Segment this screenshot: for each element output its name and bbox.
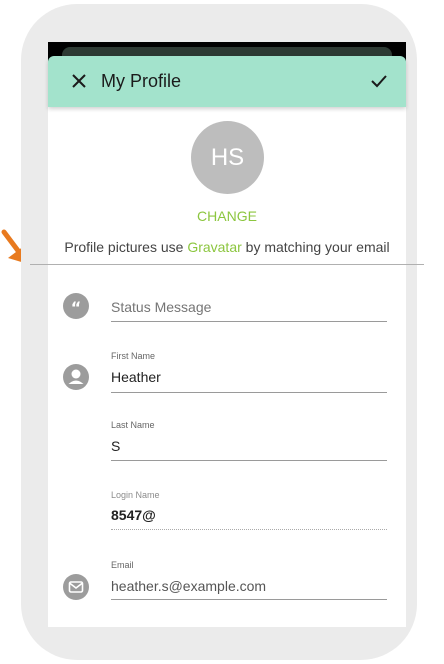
last-name-input[interactable]: S [111, 438, 120, 454]
gravatar-note-prefix: Profile pictures use [64, 239, 188, 255]
profile-header: My Profile [48, 56, 406, 107]
page-title: My Profile [101, 71, 182, 91]
email-label: Email [111, 560, 134, 570]
checkmark-icon [371, 75, 387, 88]
gravatar-link[interactable]: Gravatar [187, 239, 241, 255]
login-name-underline [111, 529, 387, 530]
email-underline [111, 599, 387, 600]
first-name-label: First Name [111, 351, 156, 361]
save-button[interactable] [366, 68, 392, 94]
section-divider [30, 264, 424, 265]
login-name-label: Login Name [111, 490, 160, 500]
quote-icon: “ [63, 293, 89, 319]
gravatar-note-suffix: by matching your email [241, 239, 390, 255]
email-input[interactable]: heather.s@example.com [111, 578, 266, 594]
first-name-input[interactable]: Heather [111, 369, 161, 385]
last-name-label: Last Name [111, 420, 155, 430]
change-avatar-link[interactable]: CHANGE [48, 208, 406, 224]
close-button[interactable] [66, 68, 92, 94]
avatar-initials: HS [210, 143, 245, 171]
svg-text:“: “ [71, 298, 82, 317]
person-icon [63, 364, 89, 390]
mail-icon [63, 574, 89, 600]
status-message-input[interactable]: Status Message [111, 299, 211, 315]
avatar[interactable]: HS [191, 121, 264, 194]
login-name-value: 8547@ [111, 507, 156, 523]
gravatar-note: Profile pictures use Gravatar by matchin… [32, 239, 422, 255]
close-icon [72, 74, 86, 88]
last-name-underline [111, 460, 387, 461]
status-underline [111, 321, 387, 322]
profile-screen: My Profile HS CHANGE Profile pictures us… [30, 42, 424, 627]
first-name-underline [111, 392, 387, 393]
canvas: My Profile HS CHANGE Profile pictures us… [0, 0, 444, 664]
